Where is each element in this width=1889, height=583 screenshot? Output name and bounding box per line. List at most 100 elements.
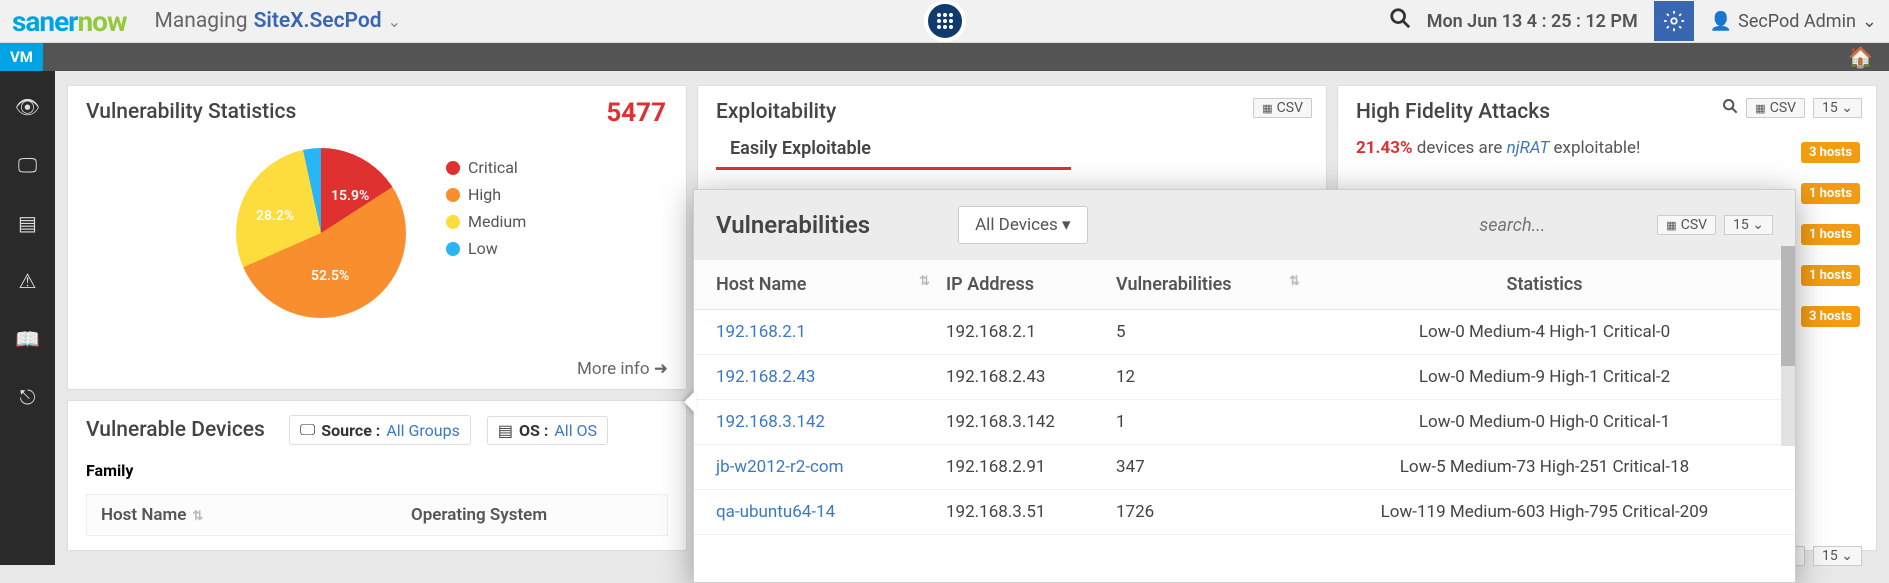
- chevron-down-icon: ⌄: [1862, 11, 1877, 32]
- top-right: Mon Jun 13 4 : 25 : 12 PM 👤 SecPod Admin…: [1389, 1, 1877, 41]
- njrat-link[interactable]: njRAT: [1507, 138, 1550, 158]
- site-dropdown[interactable]: SiteX.SecPod: [254, 9, 382, 33]
- devices-dropdown[interactable]: All Devices ▾: [958, 206, 1087, 244]
- chevron-down-icon[interactable]: ⌄: [388, 12, 401, 31]
- vuln-stats-panel: Vulnerability Statistics 5477 15.9% 52.5…: [67, 85, 687, 390]
- cell-ip: 192.168.2.91: [946, 457, 1116, 477]
- cell-stats: Low-5 Medium-73 High-251 Critical-18: [1316, 457, 1773, 477]
- host-link[interactable]: 192.168.2.43: [716, 367, 815, 387]
- slice-high: 52.5%: [311, 268, 349, 284]
- sort-icon[interactable]: ⇅: [192, 509, 203, 524]
- scrollbar[interactable]: [1781, 246, 1795, 446]
- table-row: 192.168.3.142192.168.3.1421Low-0 Medium-…: [694, 400, 1795, 445]
- book-icon[interactable]: 📖: [15, 327, 40, 351]
- csv-button[interactable]: CSV: [1746, 98, 1805, 118]
- col-host[interactable]: Host Name: [716, 274, 806, 295]
- host-badge[interactable]: 3 hosts: [1801, 306, 1860, 327]
- scroll-thumb[interactable]: [1781, 246, 1795, 366]
- grid-icon[interactable]: [924, 0, 966, 42]
- search-icon[interactable]: [1722, 98, 1738, 118]
- csv-button[interactable]: CSV: [1657, 215, 1716, 235]
- user-name: SecPod Admin: [1738, 11, 1856, 32]
- col-vuln[interactable]: Vulnerabilities: [1116, 274, 1232, 295]
- settings-button[interactable]: [1654, 1, 1694, 41]
- vd-table: Host Name ⇅ Operating System: [86, 494, 668, 536]
- eye-icon[interactable]: 👁: [15, 95, 40, 119]
- more-info-link[interactable]: More info ➜: [577, 359, 668, 379]
- alert-icon[interactable]: ⚠: [19, 269, 37, 293]
- easy-exploitable-tab[interactable]: Easily Exploitable: [716, 138, 1071, 170]
- legend-medium: Medium: [468, 212, 526, 231]
- managing-label: Managing: [155, 9, 248, 33]
- cell-ip: 192.168.3.142: [946, 412, 1116, 432]
- host-badge[interactable]: 3 hosts: [1801, 142, 1860, 163]
- col-host[interactable]: Host Name: [101, 505, 186, 525]
- vulnerabilities-popup: Vulnerabilities All Devices ▾ CSV 15 ⌄ H…: [693, 189, 1796, 583]
- host-badge[interactable]: 1 hosts: [1801, 183, 1860, 204]
- hifi-percent: 21.43%: [1356, 138, 1413, 158]
- cell-stats: Low-119 Medium-603 High-795 Critical-209: [1316, 502, 1773, 522]
- os-value: All OS: [554, 421, 597, 440]
- panel-title: Exploitability: [716, 100, 1308, 124]
- vuln-devices-panel: Vulnerable Devices 🖵 Source : All Groups…: [67, 400, 687, 551]
- nav-bar: VM 🏠: [0, 43, 1889, 71]
- csv-button[interactable]: CSV: [1253, 98, 1312, 118]
- monitor-icon: 🖵: [300, 420, 315, 440]
- list-icon[interactable]: ▤: [18, 211, 37, 235]
- host-link[interactable]: qa-ubuntu64-14: [716, 502, 835, 522]
- table-header: Host Name ⇅ IP Address Vulnerabilities ⇅ S…: [694, 260, 1795, 310]
- page-size-select[interactable]: 15 ⌄: [1813, 98, 1862, 118]
- col-1: Vulnerability Statistics 5477 15.9% 52.5…: [67, 85, 687, 551]
- page-size-select[interactable]: 15 ⌄: [1813, 546, 1862, 566]
- legend-critical: Critical: [468, 158, 518, 177]
- pie-graphic: [236, 148, 406, 318]
- user-icon: 👤: [1710, 11, 1732, 32]
- hifi-summary: 21.43% devices are njRAT exploitable!: [1356, 138, 1858, 158]
- panel-title: Vulnerability Statistics: [86, 100, 668, 124]
- source-filter[interactable]: 🖵 Source : All Groups: [289, 415, 471, 445]
- monitor-icon[interactable]: 🖵: [18, 153, 37, 177]
- exit-icon[interactable]: ⎋: [20, 385, 36, 409]
- host-badge[interactable]: 1 hosts: [1801, 265, 1860, 286]
- vm-tab[interactable]: VM: [0, 43, 43, 71]
- slice-critical: 15.9%: [331, 188, 369, 204]
- clock: Mon Jun 13 4 : 25 : 12 PM: [1427, 11, 1638, 32]
- table-row: 192.168.2.1192.168.2.15Low-0 Medium-4 Hi…: [694, 310, 1795, 355]
- col-stats[interactable]: Statistics: [1316, 274, 1773, 295]
- popup-title: Vulnerabilities: [716, 211, 870, 239]
- host-badge[interactable]: 1 hosts: [1801, 224, 1860, 245]
- source-value: All Groups: [386, 421, 460, 440]
- cell-stats: Low-0 Medium-0 High-0 Critical-1: [1316, 412, 1773, 432]
- page-size-select[interactable]: 15 ⌄: [1724, 215, 1773, 235]
- col-os[interactable]: Operating System: [411, 505, 653, 525]
- home-icon[interactable]: 🏠: [1848, 45, 1873, 69]
- popup-table: Host Name ⇅ IP Address Vulnerabilities ⇅ S…: [694, 260, 1795, 582]
- sort-icon[interactable]: ⇅: [1289, 274, 1300, 295]
- sort-icon[interactable]: ⇅: [919, 274, 930, 295]
- cell-vuln: 1: [1116, 412, 1316, 432]
- family-label: Family: [86, 461, 133, 480]
- host-badges: 3 hosts 1 hosts 1 hosts 1 hosts 3 hosts: [1801, 142, 1860, 327]
- host-link[interactable]: 192.168.3.142: [716, 412, 825, 432]
- slice-medium: 28.2%: [256, 208, 294, 224]
- search-input[interactable]: [1479, 215, 1639, 236]
- cell-ip: 192.168.2.43: [946, 367, 1116, 387]
- cell-vuln: 5: [1116, 322, 1316, 342]
- host-link[interactable]: 192.168.2.1: [716, 322, 806, 342]
- host-link[interactable]: jb-w2012-r2-com: [716, 457, 844, 477]
- legend-low: Low: [468, 239, 498, 258]
- app-switcher[interactable]: [924, 0, 966, 42]
- table-row: jb-w2012-r2-com192.168.2.91347Low-5 Medi…: [694, 445, 1795, 490]
- source-label: Source :: [321, 421, 380, 440]
- logo: sanernow: [12, 5, 127, 38]
- cell-ip: 192.168.2.1: [946, 322, 1116, 342]
- logo-part1: saner: [12, 5, 77, 38]
- os-filter[interactable]: ▤ OS : All OS: [487, 416, 608, 445]
- search-icon[interactable]: [1389, 7, 1411, 35]
- panel-title: Vulnerable Devices: [86, 418, 265, 442]
- table-row: qa-ubuntu64-14192.168.3.511726Low-119 Me…: [694, 490, 1795, 535]
- user-menu[interactable]: 👤 SecPod Admin ⌄: [1710, 11, 1877, 32]
- popup-header: Vulnerabilities All Devices ▾ CSV 15 ⌄: [694, 190, 1795, 260]
- col-ip[interactable]: IP Address: [946, 274, 1116, 295]
- cell-vuln: 12: [1116, 367, 1316, 387]
